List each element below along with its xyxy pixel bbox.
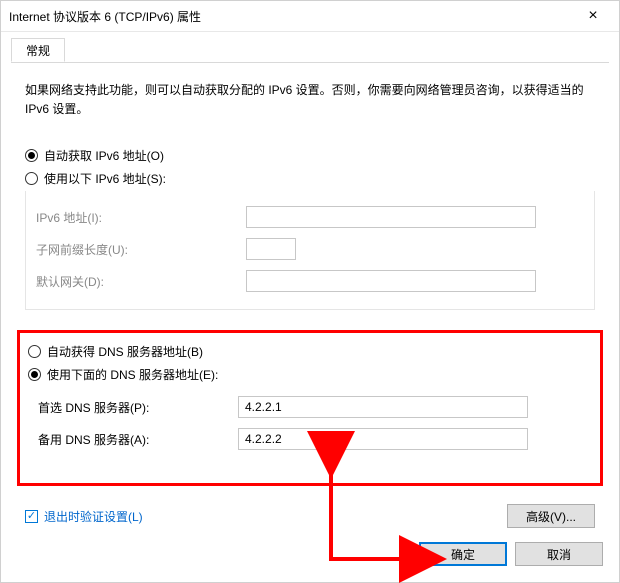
titlebar: Internet 协议版本 6 (TCP/IPv6) 属性 ×	[1, 1, 619, 32]
radio-ip-auto-label: 自动获取 IPv6 地址(O)	[44, 147, 164, 164]
radio-ip-auto[interactable]: 自动获取 IPv6 地址(O)	[25, 147, 595, 164]
default-gateway-input	[246, 270, 536, 292]
close-icon[interactable]: ×	[573, 1, 613, 31]
alternate-dns-input[interactable]: 4.2.2.2	[238, 428, 528, 450]
advanced-button[interactable]: 高级(V)...	[507, 504, 595, 528]
radio-ip-manual[interactable]: 使用以下 IPv6 地址(S):	[25, 170, 595, 187]
cancel-button[interactable]: 取消	[515, 542, 603, 566]
alternate-dns-label: 备用 DNS 服务器(A):	[28, 431, 238, 448]
radio-ip-manual-label: 使用以下 IPv6 地址(S):	[44, 170, 166, 187]
preferred-dns-input[interactable]: 4.2.2.1	[238, 396, 528, 418]
ipv6-address-input	[246, 206, 536, 228]
radio-icon	[25, 149, 38, 162]
dns-highlight-box: 自动获得 DNS 服务器地址(B) 使用下面的 DNS 服务器地址(E): 首选…	[17, 330, 603, 486]
window-title: Internet 协议版本 6 (TCP/IPv6) 属性	[9, 8, 573, 25]
radio-dns-manual[interactable]: 使用下面的 DNS 服务器地址(E):	[28, 366, 592, 383]
radio-icon	[25, 172, 38, 185]
ip-manual-fields: IPv6 地址(I): 子网前缀长度(U): 默认网关(D):	[25, 191, 595, 310]
ipv6-properties-dialog: Internet 协议版本 6 (TCP/IPv6) 属性 × 常规 如果网络支…	[0, 0, 620, 583]
ok-button[interactable]: 确定	[419, 542, 507, 566]
tabstrip: 常规	[11, 38, 609, 63]
radio-dns-manual-label: 使用下面的 DNS 服务器地址(E):	[47, 366, 218, 383]
dialog-body: 常规 如果网络支持此功能，则可以自动获取分配的 IPv6 设置。否则，你需要向网…	[1, 32, 619, 548]
radio-dns-auto-label: 自动获得 DNS 服务器地址(B)	[47, 343, 203, 360]
ipv6-address-label: IPv6 地址(I):	[36, 209, 246, 226]
subnet-prefix-input	[246, 238, 296, 260]
subnet-prefix-label: 子网前缀长度(U):	[36, 241, 246, 258]
radio-icon	[28, 368, 41, 381]
dns-manual-fields: 首选 DNS 服务器(P): 4.2.2.1 备用 DNS 服务器(A): 4.…	[28, 393, 592, 453]
ip-address-group: 自动获取 IPv6 地址(O) 使用以下 IPv6 地址(S): IPv6 地址…	[25, 147, 595, 310]
preferred-dns-label: 首选 DNS 服务器(P):	[28, 399, 238, 416]
radio-dns-auto[interactable]: 自动获得 DNS 服务器地址(B)	[28, 343, 592, 360]
footer-row: 退出时验证设置(L) 高级(V)...	[25, 504, 595, 528]
tab-general[interactable]: 常规	[11, 38, 65, 62]
validate-checkbox-label: 退出时验证设置(L)	[44, 508, 143, 525]
default-gateway-label: 默认网关(D):	[36, 273, 246, 290]
radio-icon	[28, 345, 41, 358]
validate-checkbox[interactable]	[25, 510, 38, 523]
dialog-buttons: 确定 取消	[419, 542, 603, 566]
description-text: 如果网络支持此功能，则可以自动获取分配的 IPv6 设置。否则，你需要向网络管理…	[25, 81, 595, 119]
tab-page-general: 如果网络支持此功能，则可以自动获取分配的 IPv6 设置。否则，你需要向网络管理…	[11, 63, 609, 538]
